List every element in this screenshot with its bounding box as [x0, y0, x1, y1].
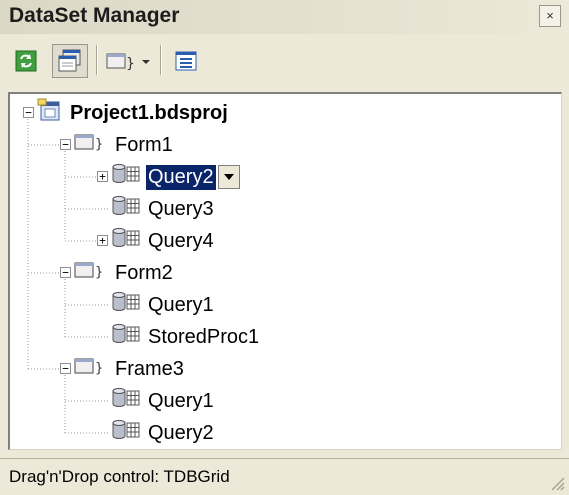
list-view-icon — [175, 51, 197, 71]
tree-node[interactable]: Project1.bdsproj — [37, 98, 230, 128]
form-icon: } — [74, 356, 108, 382]
dataset-icon — [111, 163, 141, 191]
svg-text:}: } — [95, 137, 103, 152]
tree-node-label[interactable]: Query2 — [146, 421, 216, 446]
dataset-icon — [111, 227, 141, 255]
resize-grip-icon[interactable] — [549, 475, 565, 491]
tree-node-label[interactable]: Query3 — [146, 197, 216, 222]
dataset-icon — [111, 291, 141, 319]
title-bar: DataSet Manager × — [0, 0, 569, 34]
chevron-down-icon — [223, 174, 234, 180]
tree-node-label[interactable]: Form2 — [113, 261, 175, 286]
form-icon: } — [74, 260, 108, 286]
toolbar: } — [0, 36, 569, 82]
tree-node[interactable]: } Frame3 — [74, 354, 186, 384]
tree-node[interactable]: Query2 — [111, 418, 216, 448]
collapse-icon[interactable]: − — [60, 139, 71, 150]
refresh-icon — [15, 50, 37, 72]
dataset-tree: − Project1.bdsproj −} Form1 + Query2 Query3 + Qu… — [8, 92, 562, 450]
window-title: DataSet Manager — [9, 4, 180, 27]
tree-node[interactable]: Query2 — [111, 162, 240, 192]
form-dropdown-icon: } — [106, 53, 150, 71]
dataset-icon — [111, 419, 141, 447]
tree-node[interactable]: } Form1 — [74, 130, 175, 160]
tree-node-label[interactable]: Project1.bdsproj — [68, 101, 230, 126]
close-icon: × — [546, 8, 554, 23]
view-windows-button[interactable] — [52, 44, 88, 78]
collapse-icon[interactable]: − — [23, 107, 34, 118]
dataset-icon — [111, 387, 141, 415]
dataset-icon — [111, 323, 141, 351]
list-view-button[interactable] — [168, 44, 204, 78]
tree-node[interactable]: } Form2 — [74, 258, 175, 288]
toolbar-separator — [160, 45, 162, 75]
form-icon: } — [74, 132, 108, 158]
close-button[interactable]: × — [539, 5, 561, 27]
tree-node[interactable]: Query1 — [111, 290, 216, 320]
tree-node-label[interactable]: Query4 — [146, 229, 216, 254]
tree-node-label[interactable]: Query1 — [146, 389, 216, 414]
tree-node-label[interactable]: Query1 — [146, 293, 216, 318]
project-icon — [37, 98, 63, 128]
tree-node-label[interactable]: Frame3 — [113, 357, 186, 382]
tree-node[interactable]: Query3 — [111, 194, 216, 224]
tree-node[interactable]: StoredProc1 — [111, 322, 261, 352]
dataset-manager-window: DataSet Manager ×} − Project1.bdsproj −… — [0, 0, 569, 495]
tree-node-label[interactable]: Form1 — [113, 133, 175, 158]
collapse-icon[interactable]: − — [60, 363, 71, 374]
expand-icon[interactable]: + — [97, 171, 108, 182]
svg-text:}: } — [95, 265, 103, 280]
status-text: Drag'n'Drop control: TDBGrid — [9, 467, 230, 486]
svg-text:}: } — [126, 56, 135, 71]
dataset-icon — [111, 195, 141, 223]
tree-node-label[interactable]: StoredProc1 — [146, 325, 261, 350]
collapse-icon[interactable]: − — [60, 267, 71, 278]
view-windows-icon — [58, 49, 81, 72]
form-dropdown-button[interactable]: } — [104, 44, 156, 78]
node-dropdown-button[interactable] — [217, 165, 240, 189]
refresh-button[interactable] — [8, 44, 44, 78]
tree-node[interactable]: Query4 — [111, 226, 216, 256]
tree-node-label[interactable]: Query2 — [145, 163, 217, 191]
expand-icon[interactable]: + — [97, 235, 108, 246]
tree-node[interactable]: Query1 — [111, 386, 216, 416]
toolbar-separator — [96, 45, 98, 75]
status-bar: Drag'n'Drop control: TDBGrid — [0, 458, 569, 495]
svg-text:}: } — [95, 361, 103, 376]
